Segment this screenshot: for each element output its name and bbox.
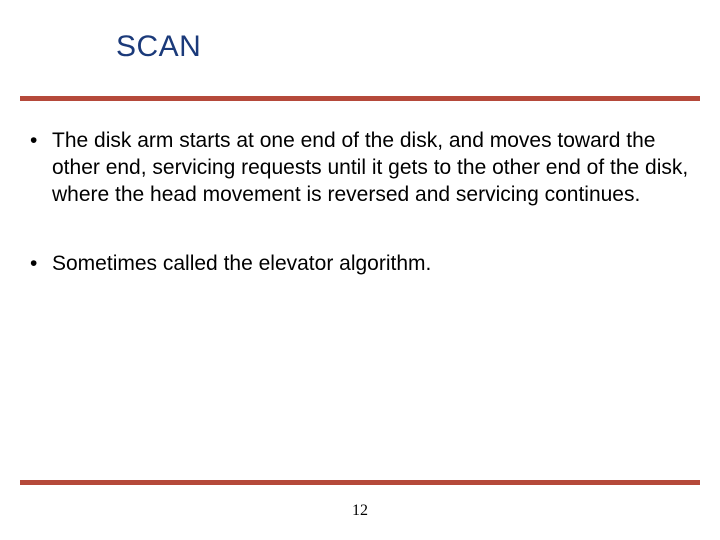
slide: SCAN The disk arm starts at one end of t… (0, 0, 720, 540)
content-area: The disk arm starts at one end of the di… (28, 128, 692, 320)
divider-top (20, 96, 700, 101)
list-item: The disk arm starts at one end of the di… (28, 128, 692, 209)
divider-bottom (20, 480, 700, 485)
page-number: 12 (0, 502, 720, 520)
page-title: SCAN (116, 30, 201, 64)
list-item: Sometimes called the elevator algorithm. (28, 251, 692, 278)
bullet-list: The disk arm starts at one end of the di… (28, 128, 692, 278)
